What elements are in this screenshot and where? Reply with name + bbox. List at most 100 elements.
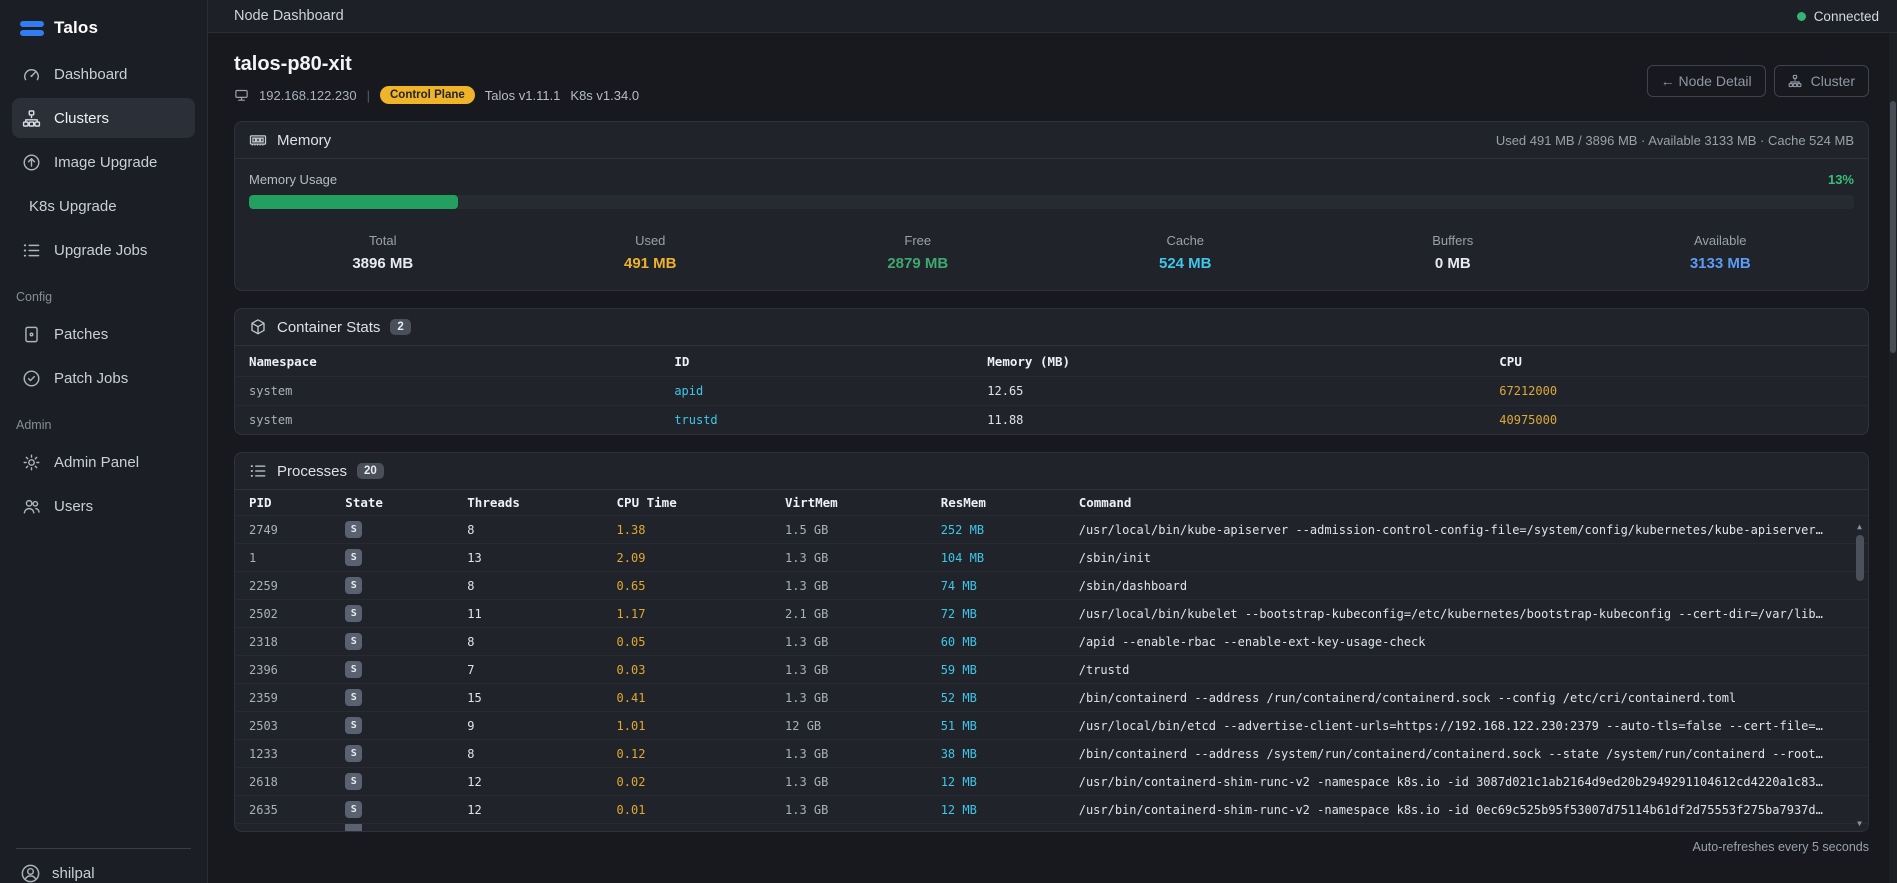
process-state-badge: S xyxy=(345,521,363,539)
memory-card-title: Memory xyxy=(277,131,332,149)
container-icon xyxy=(249,318,267,336)
process-resmem: 38 MB xyxy=(940,746,977,761)
table-row: 2502 S 11 1.17 2.1 GB 72 MB /usr/local/b… xyxy=(235,599,1868,627)
memory-card-body: Memory Usage 13% Total 3896 MB Used 491 … xyxy=(235,159,1868,290)
node-name: talos-p80-xit xyxy=(234,53,352,75)
process-virtmem: 1.3 GB xyxy=(785,802,829,817)
cluster-button-label: Cluster xyxy=(1810,73,1855,89)
user-avatar-icon xyxy=(20,863,41,883)
memory-card: Memory Used 491 MB / 3896 MB · Available… xyxy=(234,121,1869,291)
memory-stat-buffers: Buffers 0 MB xyxy=(1432,233,1474,272)
process-command: /usr/local/bin/kube-apiserver --admissio… xyxy=(1078,522,1823,537)
process-threads: 12 xyxy=(467,802,482,817)
process-state-badge: S xyxy=(345,633,363,651)
container-id-link[interactable]: trustd xyxy=(674,413,987,427)
process-pid: 2618 xyxy=(249,774,278,789)
process-threads: 11 xyxy=(467,606,482,621)
table-row-partial xyxy=(235,823,1868,831)
table-scrollbar-thumb[interactable] xyxy=(1855,535,1864,581)
process-resmem: 52 MB xyxy=(940,690,977,705)
talos-logo-icon xyxy=(20,19,44,38)
node-actions: ← Node Detail Cluster xyxy=(1646,65,1869,97)
processes-header: Processes 20 xyxy=(235,453,1868,490)
process-command: /usr/local/bin/kubelet --bootstrap-kubec… xyxy=(1078,606,1823,621)
container-stats-card: Container Stats 2 Namespace ID Memory (M… xyxy=(234,308,1869,435)
table-row: system apid 12.65 67212000 xyxy=(235,376,1868,405)
process-virtmem: 1.3 GB xyxy=(785,578,829,593)
table-row: 2318 S 8 0.05 1.3 GB 60 MB /apid --enabl… xyxy=(235,627,1868,655)
process-pid: 2502 xyxy=(249,606,278,621)
sidebar-item-label: Admin Panel xyxy=(54,453,140,471)
memory-icon xyxy=(249,131,267,149)
process-resmem: 59 MB xyxy=(940,662,977,677)
node-detail-button[interactable]: ← Node Detail xyxy=(1646,65,1766,97)
sidebar-item-upgrade-jobs[interactable]: Upgrade Jobs xyxy=(12,230,195,270)
memory-card-header: Memory Used 491 MB / 3896 MB · Available… xyxy=(235,122,1868,159)
logo[interactable]: Talos xyxy=(0,12,207,52)
process-resmem: 252 MB xyxy=(940,522,985,537)
sidebar-item-label: Image Upgrade xyxy=(54,153,158,171)
process-threads: 8 xyxy=(467,746,475,761)
table-row: 2503 S 9 1.01 12 GB 51 MB /usr/local/bin… xyxy=(235,711,1868,739)
sidebar-item-image-upgrade[interactable]: Image Upgrade xyxy=(12,142,195,182)
scroll-up-icon[interactable]: ▲ xyxy=(1857,522,1862,532)
dashboard-icon xyxy=(22,65,41,84)
sidebar-item-clusters[interactable]: Clusters xyxy=(12,98,195,138)
page-title: Node Dashboard xyxy=(234,8,344,24)
memory-usage-label: Memory Usage xyxy=(249,172,338,187)
node-identity: talos-p80-xit 192.168.122.230 | Control … xyxy=(234,49,639,104)
memory-usage-percent: 13% xyxy=(1827,172,1854,187)
process-pid: 2503 xyxy=(249,718,278,733)
process-threads: 8 xyxy=(467,522,475,537)
process-virtmem: 1.3 GB xyxy=(785,690,829,705)
role-badge: Control Plane xyxy=(380,86,475,104)
process-state-badge xyxy=(345,824,363,831)
process-virtmem: 1.3 GB xyxy=(785,634,829,649)
process-pid: 1 xyxy=(249,550,257,565)
sidebar-item-k8s-upgrade[interactable]: K8s Upgrade xyxy=(12,186,195,226)
process-resmem: 104 MB xyxy=(940,550,985,565)
cluster-button[interactable]: Cluster xyxy=(1773,65,1869,97)
process-cpu-time: 0.01 xyxy=(616,802,646,817)
process-resmem: 12 MB xyxy=(940,802,977,817)
process-command: /bin/containerd --address /run/container… xyxy=(1078,690,1737,705)
process-virtmem: 1.3 GB xyxy=(785,774,829,789)
auto-refresh-note: Auto-refreshes every 5 seconds xyxy=(1692,840,1869,854)
memory-summary: Used 491 MB / 3896 MB · Available 3133 M… xyxy=(1495,132,1854,148)
sidebar-item-dashboard[interactable]: Dashboard xyxy=(12,54,195,94)
processes-card: Processes 20 PID State Threads CPU Time … xyxy=(234,452,1869,832)
container-memory: 11.88 xyxy=(987,413,1024,427)
process-command: /apid --enable-rbac --enable-ext-key-usa… xyxy=(1078,634,1426,649)
container-namespace: system xyxy=(249,384,293,398)
sidebar-item-patch-jobs[interactable]: Patch Jobs xyxy=(12,358,195,398)
process-state-badge: S xyxy=(345,549,363,567)
process-state-badge: S xyxy=(345,577,363,595)
sidebar-item-patches[interactable]: Patches xyxy=(12,314,195,354)
gear-icon xyxy=(22,453,41,472)
table-scrollbar: ▲ ▼ xyxy=(1853,522,1866,829)
page-scrollbar[interactable] xyxy=(1889,33,1897,883)
scroll-down-icon[interactable]: ▼ xyxy=(1857,819,1862,829)
meta-separator: | xyxy=(366,87,370,103)
table-row: 2618 S 12 0.02 1.3 GB 12 MB /usr/bin/con… xyxy=(235,767,1868,795)
processes-table: PID State Threads CPU Time VirtMem ResMe… xyxy=(235,490,1868,831)
process-resmem: 60 MB xyxy=(940,634,977,649)
container-id-link[interactable]: apid xyxy=(674,384,987,398)
process-state-badge: S xyxy=(345,801,363,819)
page-scrollbar-thumb[interactable] xyxy=(1890,101,1896,353)
sidebar-item-label: Upgrade Jobs xyxy=(54,241,148,259)
sidebar-item-admin-panel[interactable]: Admin Panel xyxy=(12,442,195,482)
sidebar-user[interactable]: shilpal xyxy=(0,849,207,883)
sidebar-item-users[interactable]: Users xyxy=(12,486,195,526)
process-state-badge: S xyxy=(345,745,363,763)
table-row: 1233 S 8 0.12 1.3 GB 38 MB /bin/containe… xyxy=(235,739,1868,767)
process-virtmem: 12 GB xyxy=(785,718,822,733)
memory-stat-cache: Cache 524 MB xyxy=(1158,233,1212,272)
process-threads: 8 xyxy=(467,634,475,649)
process-command: /usr/bin/containerd-shim-runc-v2 -namesp… xyxy=(1078,802,1823,817)
sidebar-item-label: Dashboard xyxy=(54,65,128,83)
process-cpu-time: 0.03 xyxy=(616,662,646,677)
process-virtmem: 1.3 GB xyxy=(785,662,829,677)
container-cpu: 67212000 xyxy=(1499,384,1558,398)
clusters-icon xyxy=(22,109,41,128)
